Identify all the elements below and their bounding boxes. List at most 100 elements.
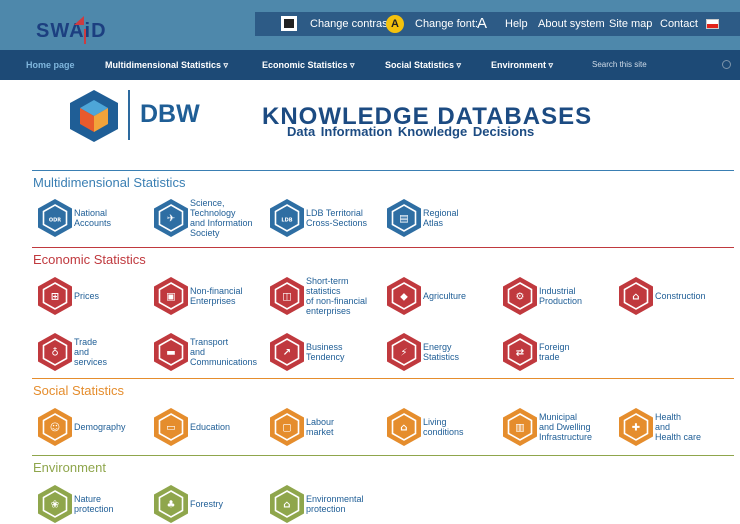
tile-label: Living conditions [423, 407, 505, 447]
tile-transport[interactable]: ▬ Transport and Communications [153, 332, 273, 372]
section-title: Environment [33, 460, 106, 475]
logo-accent-bar [84, 29, 86, 44]
tile-foreign-trade[interactable]: ⇄ Foreign trade [502, 332, 622, 372]
logo-separator [128, 90, 130, 140]
contrast-icon[interactable] [281, 16, 297, 31]
tile-label-line: and Information [190, 218, 253, 228]
tile-enterprise[interactable]: ▣ Non-financial Enterprises [153, 276, 273, 316]
tile-label-line: Communications [190, 357, 258, 367]
tile-agriculture[interactable]: ◆ Agriculture [386, 276, 506, 316]
site-map-link[interactable]: Site map [609, 12, 652, 36]
contact-link[interactable]: Contact [660, 12, 698, 36]
tile-education[interactable]: ▭ Education [153, 407, 273, 447]
icon-glyph: ✚ [632, 423, 640, 434]
satellite-icon: ✈ [154, 199, 188, 237]
tile-short-term[interactable]: ◫ Short-term statistics of non-financial ent… [269, 276, 389, 316]
tile-business-chart[interactable]: ↗ Business Tendency [269, 332, 389, 372]
search-icon[interactable] [722, 60, 731, 69]
tile-odr[interactable]: ODR National Accounts [37, 198, 157, 238]
tile-label-line: Enterprises [190, 296, 236, 306]
tile-living[interactable]: ⌂ Living conditions [386, 407, 506, 447]
icon-glyph: ⌂ [400, 423, 407, 434]
tile-environment[interactable]: ⌂ Environmental protection [269, 484, 389, 524]
section-divider [32, 378, 734, 379]
tile-construction[interactable]: ⌂ Construction [618, 276, 738, 316]
education-icon: ▭ [154, 408, 188, 446]
tile-label-line: Forestry [190, 499, 224, 509]
tile-shopping-basket[interactable]: ⊞ Prices [37, 276, 157, 316]
tile-label-line: Accounts [74, 218, 112, 228]
tile-label-line: services [74, 357, 108, 367]
tile-label: Regional Atlas [423, 198, 505, 238]
tile-municipal[interactable]: ▥ Municipal and Dwelling Infrastructure [502, 407, 622, 447]
tile-label: Nature protection [74, 484, 156, 524]
icon-glyph: ⚡ [400, 348, 407, 359]
tile-label: Forestry [190, 484, 272, 524]
nav-social[interactable]: Social Statistics ▿ [385, 50, 461, 80]
demography-icon: ☺ [38, 408, 72, 446]
tile-label-line: Health care [655, 432, 702, 442]
tile-label: Health and Health care [655, 407, 737, 447]
nav-multidimensional[interactable]: Multidimensional Statistics ▿ [105, 50, 228, 80]
tile-label-line: Education [190, 422, 231, 432]
tile-atlas[interactable]: ▤ Regional Atlas [386, 198, 506, 238]
chevron-down-icon: ▿ [223, 60, 229, 70]
font-size-button[interactable]: A [477, 12, 487, 36]
tile-demography[interactable]: ☺ Demography [37, 407, 157, 447]
agriculture-icon: ◆ [387, 277, 421, 315]
tile-label: Non-financial Enterprises [190, 276, 272, 316]
industry-icon: ⚙ [503, 277, 537, 315]
tile-label-line: LDB Territorial [306, 208, 363, 218]
chevron-down-icon: ▿ [456, 60, 462, 70]
tile-label-line: Short-term [306, 276, 349, 286]
tile-label-line: Infrastructure [539, 432, 593, 442]
tile-label-line: Transport [190, 337, 229, 347]
tile-label-line: Prices [74, 291, 100, 301]
tile-label: Energy Statistics [423, 332, 505, 372]
icon-glyph: ▭ [166, 423, 175, 434]
tile-label-line: Industrial [539, 286, 576, 296]
nature-icon: ❀ [38, 485, 72, 523]
tile-satellite[interactable]: ✈ Science, Technology and Information Societ… [153, 198, 273, 238]
tile-label-line: Tendency [306, 352, 345, 362]
tile-label-line: Trade [74, 337, 98, 347]
tile-label-line: trade [539, 352, 560, 362]
tile-label-line: Foreign [539, 342, 570, 352]
tile-cart[interactable]: ♁ Trade and services [37, 332, 157, 372]
tile-label: Short-term statistics of non-financial ente… [306, 276, 388, 316]
tile-health[interactable]: ✚ Health and Health care [618, 407, 738, 447]
polish-flag-icon[interactable] [706, 19, 719, 29]
tile-label: National Accounts [74, 198, 156, 238]
tile-label-line: Regional [423, 208, 459, 218]
health-icon: ✚ [619, 408, 653, 446]
icon-glyph: ▬ [166, 348, 175, 359]
atlas-icon: ▤ [387, 199, 421, 237]
about-system-link[interactable]: About system [538, 12, 605, 36]
tile-energy[interactable]: ⚡ Energy Statistics [386, 332, 506, 372]
section-title: Social Statistics [33, 383, 125, 398]
help-link[interactable]: Help [505, 12, 528, 36]
tile-nature[interactable]: ❀ Nature protection [37, 484, 157, 524]
tile-label-line: statistics [306, 286, 341, 296]
search-input[interactable]: Search this site [592, 50, 647, 80]
tile-industry[interactable]: ⚙ Industrial Production [502, 276, 622, 316]
icon-glyph: ⇄ [516, 348, 524, 359]
tile-label: Construction [655, 276, 737, 316]
tile-forestry[interactable]: ♣ Forestry [153, 484, 273, 524]
shopping-basket-icon: ⊞ [38, 277, 72, 315]
tile-label: Science, Technology and Information Society [190, 198, 272, 238]
contrast-button[interactable]: A [386, 15, 404, 33]
tile-label-line: Agriculture [423, 291, 467, 301]
tile-label-line: Science, [190, 198, 225, 208]
nav-economic[interactable]: Economic Statistics ▿ [262, 50, 355, 80]
tile-ldb[interactable]: LDB LDB Territorial Cross-Sections [269, 198, 389, 238]
nav-environment[interactable]: Environment ▿ [491, 50, 553, 80]
ldb-icon: LDB [270, 199, 304, 237]
icon-glyph: ⚙ [516, 292, 525, 303]
tile-label-line: and [655, 422, 671, 432]
business-chart-icon: ↗ [270, 333, 304, 371]
nav-home-page[interactable]: Home page [26, 50, 75, 80]
section-divider [32, 170, 734, 171]
swaid-logo[interactable]: SWAiD [36, 20, 107, 43]
tile-labour[interactable]: ▢ Labour market [269, 407, 389, 447]
